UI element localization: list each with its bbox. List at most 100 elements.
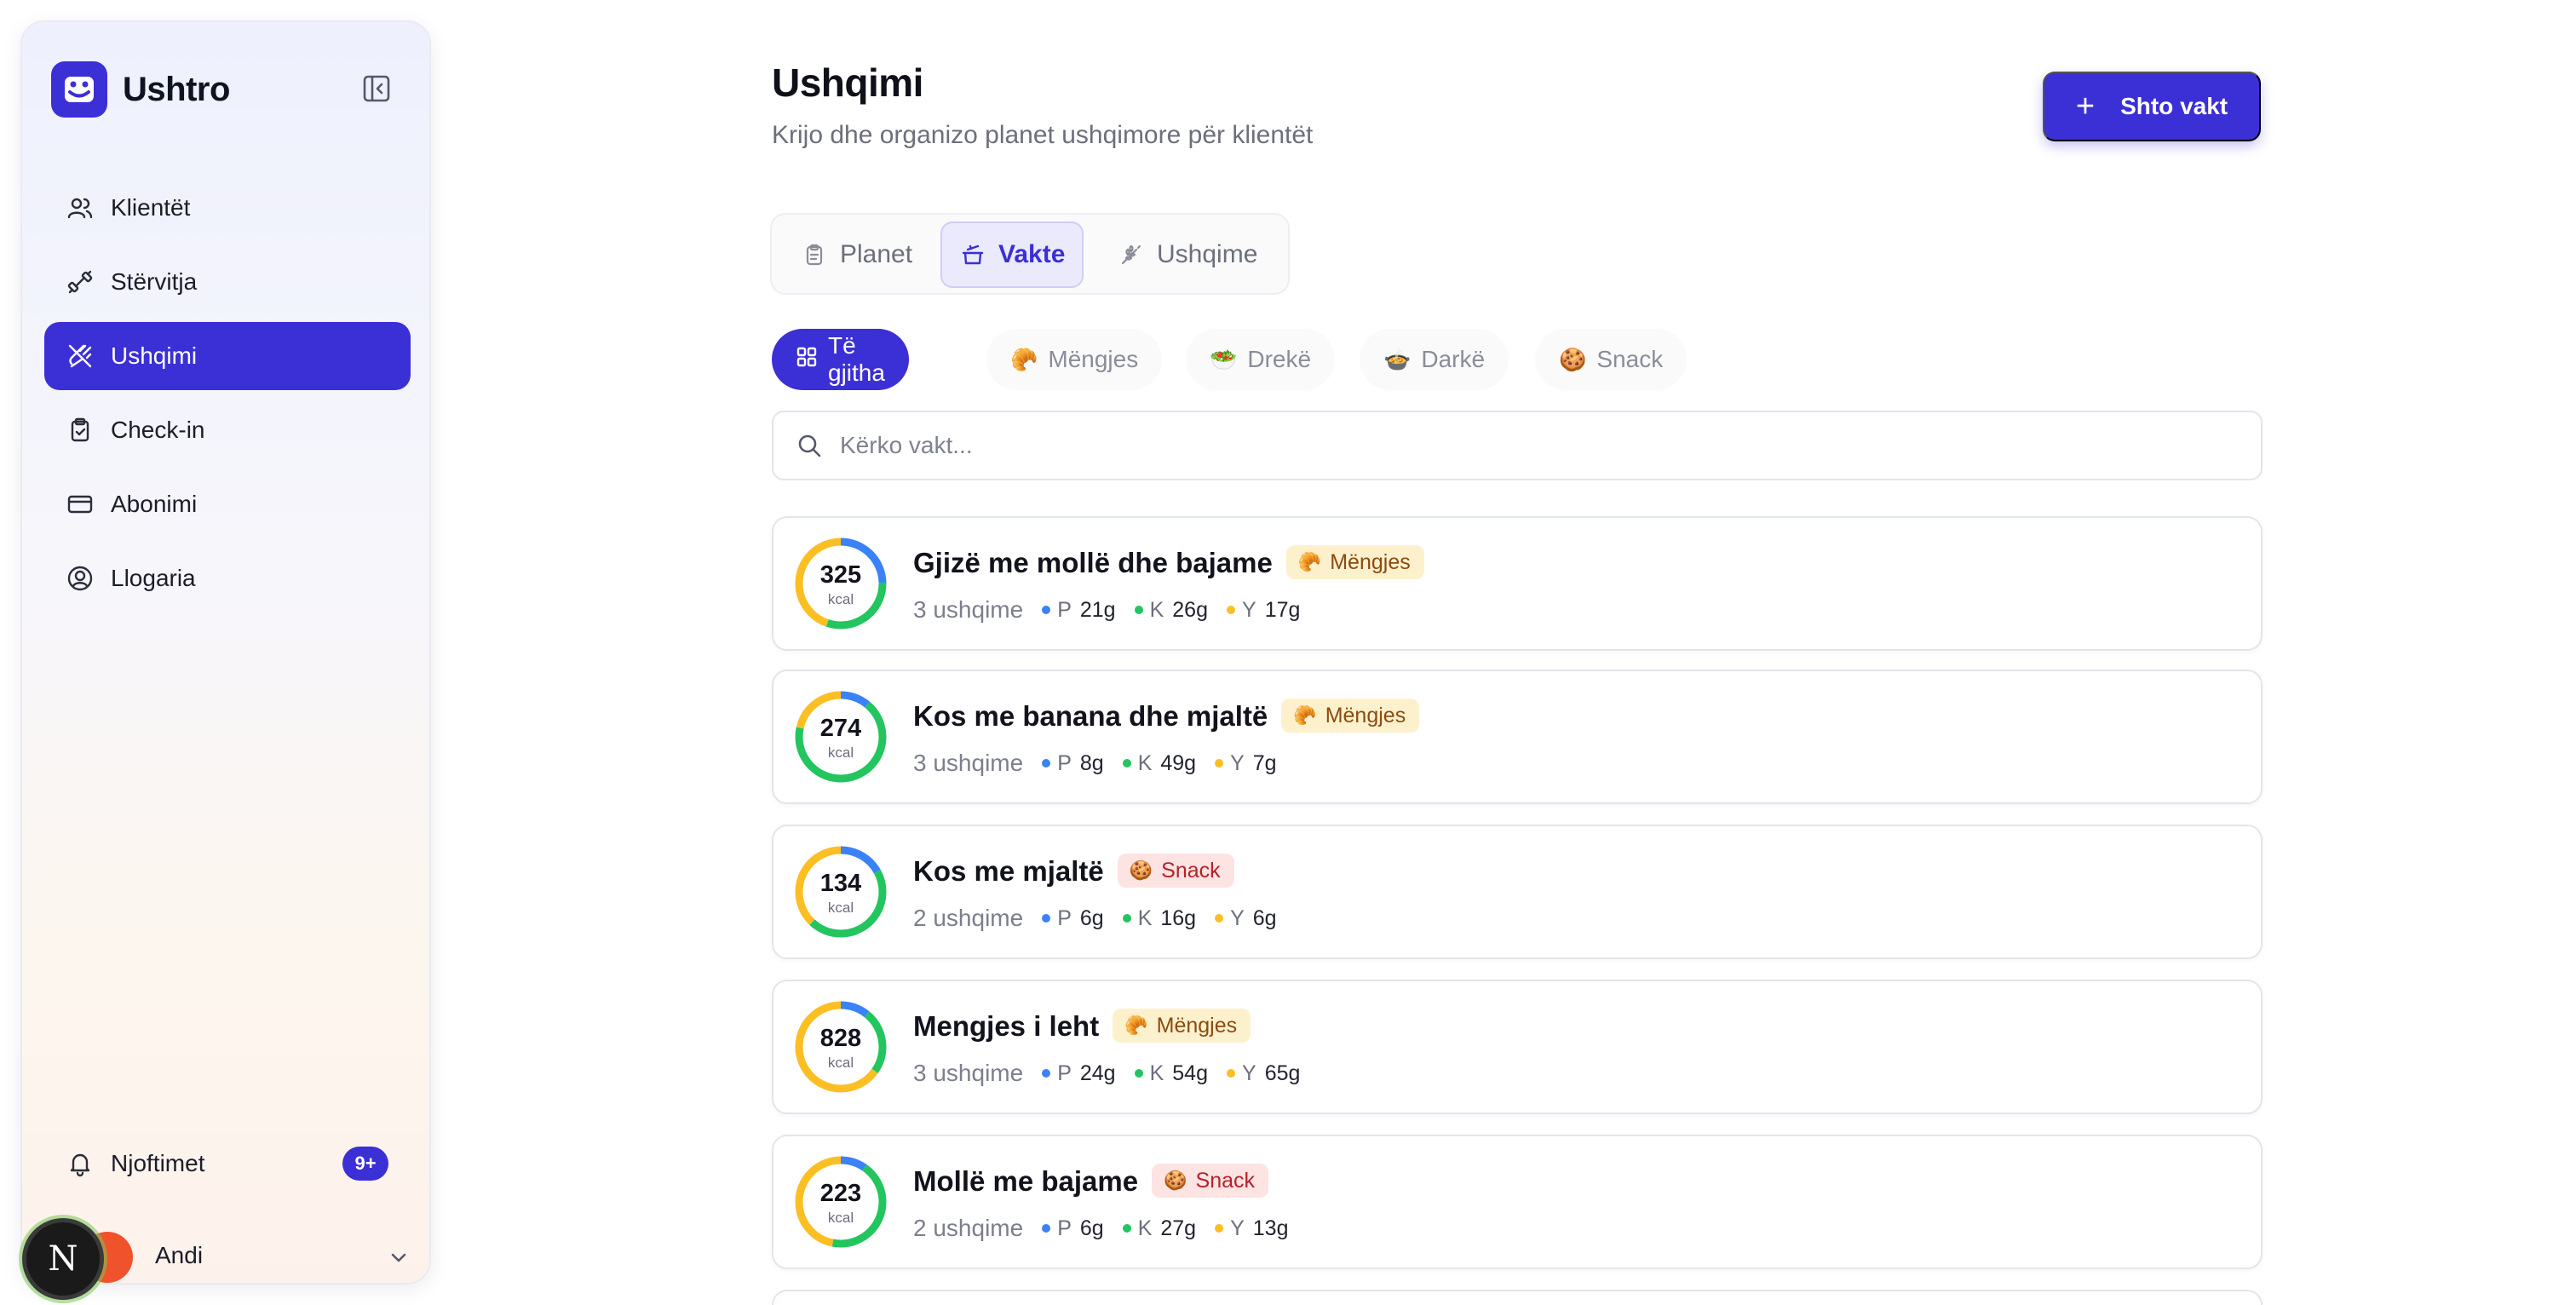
macro-label: P (1057, 750, 1072, 775)
macro-label: P (1057, 1216, 1072, 1240)
macro-protein: P 21g (1042, 597, 1116, 623)
meal-title: Mengjes i leht (913, 1010, 1100, 1042)
fat-dot (1215, 759, 1224, 767)
food-count: 2 ushqime (913, 905, 1024, 931)
macro-label: K (1149, 597, 1164, 622)
meal-card[interactable]: 274 kcal Kos me banana dhe mjaltë 🥐 Mëngjes 3… (772, 670, 2263, 804)
macro-value: 6g (1079, 1216, 1104, 1240)
macro-carbs: K 26g (1134, 597, 1208, 623)
kcal-ring: 325 kcal (794, 537, 888, 630)
meal-type-emoji: 🥐 (1293, 704, 1317, 727)
meal-type-emoji: 🥐 (1297, 551, 1322, 573)
kcal-unit: kcal (827, 591, 854, 607)
meal-card[interactable]: 223 kcal Mollë me bajame 🍪 Snack 2 ushqime P 6g… (772, 1135, 2263, 1269)
sidebar-item-stervitja[interactable]: Stërvitja (44, 248, 411, 316)
meal-title: Kos me mjaltë (913, 855, 1104, 887)
filter-all[interactable]: Të gjitha (772, 329, 909, 390)
macro-value: 26g (1172, 597, 1208, 622)
credit-card-icon (65, 489, 95, 520)
macro-carbs: K 16g (1122, 905, 1197, 931)
tab-planet[interactable]: Planet (784, 221, 929, 288)
meal-meta: 3 ushqime P 21g K 26g Y 17g (913, 596, 1300, 624)
add-meal-button[interactable]: + Shto vakt (2043, 72, 2261, 141)
meal-title: Kos me banana dhe mjaltë (913, 700, 1268, 732)
filter-snack[interactable]: 🍪 Snack (1535, 329, 1688, 390)
wheat-icon (1118, 241, 1145, 268)
fat-dot (1227, 606, 1235, 614)
sidebar-item-label: Check-in (111, 417, 205, 443)
search-icon (794, 430, 825, 461)
meal-name: Kos me banana dhe mjaltë 🥐 Mëngjes (913, 698, 1420, 735)
search-input[interactable] (840, 432, 2203, 459)
macro-value: 17g (1264, 597, 1301, 622)
macro-fat: Y 13g (1215, 1216, 1289, 1241)
macro-label: Y (1242, 1061, 1256, 1085)
macro-label: K (1137, 1216, 1153, 1240)
macro-value: 6g (1252, 905, 1277, 930)
tab-label: Ushqime (1157, 240, 1258, 268)
kcal-unit: kcal (827, 1210, 854, 1226)
meal-type-tag: 🥐 Mëngjes (1281, 698, 1420, 733)
sidebar-item-llogaria[interactable]: Llogaria (44, 544, 411, 612)
sidebar-item-ushqimi[interactable]: Ushqimi (44, 322, 411, 390)
filter-mengjes[interactable]: 🥐 Mëngjes (986, 329, 1163, 390)
meal-type-label: Snack (1195, 1168, 1255, 1193)
meal-card[interactable]: 828 kcal Mengjes i leht 🥐 Mëngjes 3 ushqime P 2… (772, 980, 2263, 1114)
macro-label: Y (1230, 750, 1245, 775)
food-count: 3 ushqime (913, 596, 1024, 623)
sidebar-item-notifications[interactable]: Njoftimet 9+ (44, 1131, 411, 1196)
chevron-down-icon[interactable] (383, 1242, 414, 1273)
grid-icon (796, 346, 818, 374)
food-count: 3 ushqime (913, 750, 1024, 776)
sidebar-item-abonimi[interactable]: Abonimi (44, 470, 411, 538)
meal-name: Mollë me bajame 🍪 Snack (913, 1164, 1268, 1200)
meal-type-label: Mëngjes (1330, 549, 1411, 574)
filter-darke[interactable]: 🍲 Darkë (1360, 329, 1509, 390)
protein-dot (1042, 1224, 1051, 1233)
meal-type-tag: 🥐 Mëngjes (1285, 545, 1424, 580)
sidebar-item-label: Stërvitja (111, 268, 198, 295)
filter-dreke[interactable]: 🥗 Drekë (1186, 329, 1336, 390)
meal-meta: 3 ushqime P 8g K 49g Y 7g (913, 750, 1277, 777)
sidebar-nav: Klientët Stërvitja Ushqimi Check-in Abon… (44, 174, 411, 618)
macro-protein: P 6g (1042, 1216, 1104, 1241)
macro-fat: Y 17g (1227, 598, 1300, 623)
search-box[interactable] (772, 411, 2263, 480)
page-subtitle: Krijo dhe organizo planet ushqimore për … (772, 121, 1314, 149)
meal-card[interactable]: 325 kcal Gjizë me mollë dhe bajame 🥐 Mëngjes… (772, 516, 2263, 651)
meal-card-partial (772, 1290, 2263, 1305)
macro-fat: Y 7g (1215, 751, 1277, 776)
filter-label: Të gjitha (828, 332, 885, 386)
brand[interactable]: Ushtro (51, 61, 230, 118)
tab-ushqime[interactable]: Ushqime (1101, 221, 1274, 288)
sidebar-item-klientet[interactable]: Klientët (44, 174, 411, 242)
meal-meta: 3 ushqime P 24g K 54g Y 65g (913, 1060, 1300, 1087)
macro-value: 8g (1079, 750, 1104, 775)
macro-fat: Y 65g (1227, 1061, 1300, 1086)
meal-card[interactable]: 134 kcal Kos me mjaltë 🍪 Snack 2 ushqime P 6g K 1… (772, 825, 2263, 959)
plus-icon: + (2075, 89, 2096, 124)
food-count: 3 ushqime (913, 1060, 1024, 1086)
sidebar-item-check-in[interactable]: Check-in (44, 396, 411, 464)
macro-label: Y (1242, 597, 1256, 622)
tab-vakte[interactable]: Vakte (940, 221, 1084, 288)
macro-value: 7g (1252, 750, 1277, 775)
macro-value: 6g (1079, 905, 1104, 930)
sidebar-item-label: Llogaria (111, 565, 196, 591)
fat-dot (1215, 1224, 1224, 1233)
dev-tools-badge[interactable]: N (22, 1218, 104, 1300)
sidebar-collapse-icon[interactable] (359, 72, 394, 106)
macro-label: P (1057, 1061, 1072, 1085)
macro-fat: Y 6g (1215, 906, 1277, 931)
sidebar: Ushtro Klientët Stërvitja Ushqimi Check-… (20, 20, 431, 1285)
sidebar-item-label: Klientët (111, 194, 191, 221)
macro-label: P (1057, 597, 1072, 622)
kcal-ring: 828 kcal (794, 1000, 888, 1094)
meal-name: Mengjes i leht 🥐 Mëngjes (913, 1009, 1251, 1045)
fat-dot (1227, 1069, 1235, 1078)
macro-label: K (1137, 905, 1153, 930)
macro-value: 16g (1160, 905, 1197, 930)
carbs-dot (1134, 606, 1143, 614)
user-circle-icon (65, 563, 95, 594)
meal-type-label: Mëngjes (1156, 1013, 1238, 1038)
